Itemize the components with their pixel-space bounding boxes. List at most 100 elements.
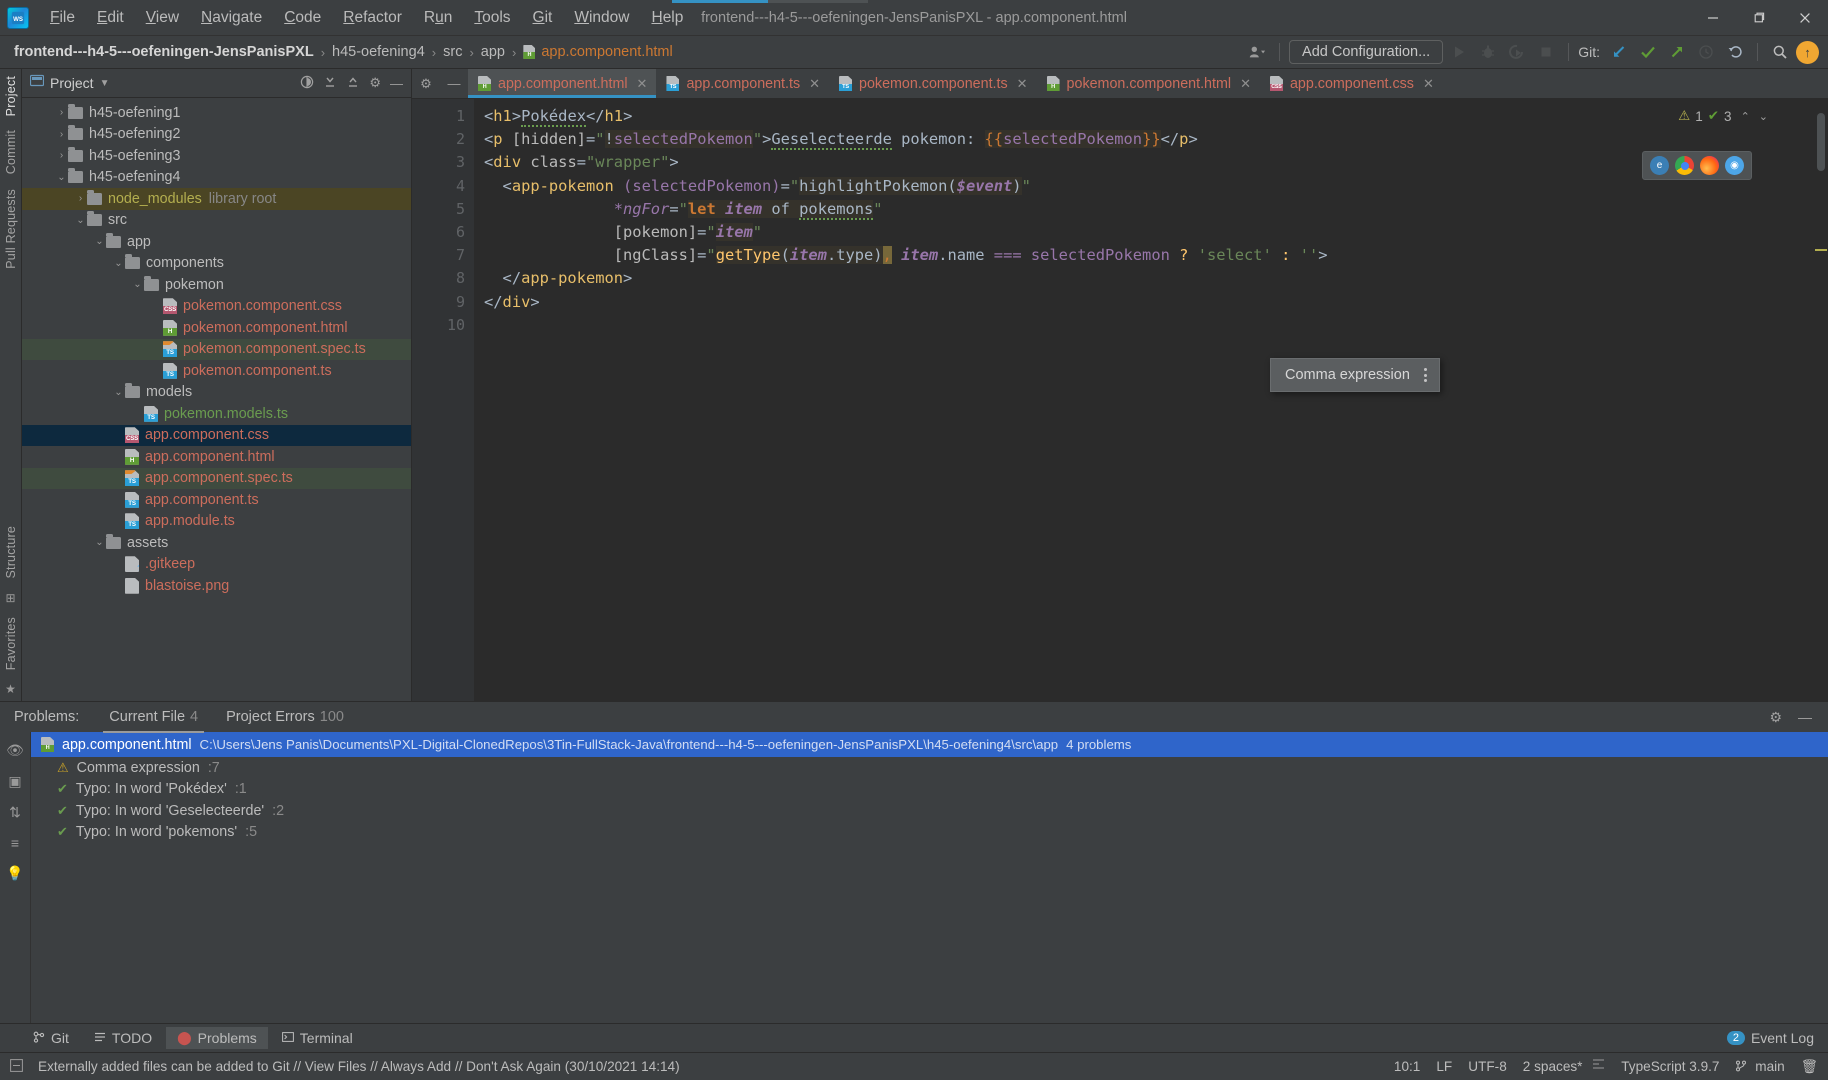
menu-item-tools[interactable]: Tools xyxy=(463,6,521,30)
firefox-browser-icon[interactable] xyxy=(1700,156,1719,175)
menu-item-help[interactable]: Help xyxy=(640,6,694,30)
chevron-down-icon[interactable]: ▼ xyxy=(100,78,110,89)
tree-item-app[interactable]: ⌄ app xyxy=(22,231,411,253)
bottom-tab-terminal[interactable]: Terminal xyxy=(271,1027,364,1049)
chevron-down-icon[interactable]: ⌄ xyxy=(74,215,87,226)
settings-gear-icon[interactable]: ⚙ xyxy=(369,75,381,91)
problems-hide-icon[interactable]: — xyxy=(1798,709,1812,725)
problem-row-comma-expression[interactable]: ⚠ Comma expression :7 xyxy=(31,757,1828,779)
project-tree[interactable]: › h45-oefening1 › h45-oefening2 › h45-oefenin… xyxy=(22,98,411,701)
tab-close-icon[interactable]: ✕ xyxy=(637,76,648,92)
select-opened-file-icon[interactable] xyxy=(300,75,314,92)
sort-icon[interactable]: ⇅ xyxy=(9,804,21,821)
tab-close-icon[interactable]: ✕ xyxy=(1017,76,1028,92)
open-editor-preview-icon[interactable]: ▣ xyxy=(8,773,21,790)
tab-project-errors[interactable]: Project Errors 100 xyxy=(212,704,358,730)
run-with-coverage-icon[interactable] xyxy=(1504,40,1530,64)
scrollbar-thumb[interactable] xyxy=(1817,113,1825,171)
tree-item-h45-oefening1[interactable]: › h45-oefening1 xyxy=(22,102,411,124)
bottom-tab-problems[interactable]: ⬤ Problems xyxy=(166,1027,268,1049)
tab-pokemon-component-ts[interactable]: TS pokemon.component.ts ✕ xyxy=(829,69,1037,98)
git-history-icon[interactable] xyxy=(1693,40,1719,64)
tab-close-icon[interactable]: ✕ xyxy=(1240,76,1251,92)
run-icon[interactable] xyxy=(1446,40,1472,64)
tree-item-blastoise-png[interactable]: ›blastoise.png xyxy=(22,575,411,597)
menu-item-navigate[interactable]: Navigate xyxy=(190,6,273,30)
bottom-tab-git[interactable]: Git xyxy=(22,1027,80,1049)
tree-item-pokemon-models-ts[interactable]: ›TSpokemon.models.ts xyxy=(22,403,411,425)
tree-item-pokemon-component-spec-ts[interactable]: ›TSpokemon.component.spec.ts xyxy=(22,338,411,360)
status-message[interactable]: Externally added files can be added to G… xyxy=(38,1059,680,1074)
tree-item-assets[interactable]: ⌄ assets xyxy=(22,532,411,554)
menu-item-view[interactable]: View xyxy=(135,6,190,30)
close-button[interactable] xyxy=(1782,1,1828,35)
tree-item-models[interactable]: ⌄ models xyxy=(22,382,411,404)
chevron-right-icon[interactable]: › xyxy=(74,193,87,204)
sidebar-item-project[interactable]: Project xyxy=(2,69,20,123)
comma-expression-tooltip[interactable]: Comma expression xyxy=(1270,358,1440,392)
tree-item-app-component-ts[interactable]: ›TSapp.component.ts xyxy=(22,489,411,511)
sidebar-item-pull-requests[interactable]: Pull Requests xyxy=(2,182,20,276)
chevron-right-icon[interactable]: › xyxy=(55,107,68,118)
git-update-project-icon[interactable] xyxy=(1606,40,1632,64)
chrome-browser-icon[interactable] xyxy=(1675,156,1694,175)
tree-item-pokemon[interactable]: ⌄ pokemon xyxy=(22,274,411,296)
chevron-down-icon[interactable]: ⌄ xyxy=(1759,110,1768,123)
tooltip-more-icon[interactable] xyxy=(1423,368,1427,382)
chevron-up-icon[interactable]: ⌃ xyxy=(1741,110,1750,123)
safari-browser-icon[interactable]: ◉ xyxy=(1725,156,1744,175)
breadcrumb-item-module[interactable]: h45-oefening4 xyxy=(327,42,430,62)
breadcrumb-item-src[interactable]: src xyxy=(438,42,467,62)
menu-item-window[interactable]: Window xyxy=(563,6,640,30)
maximize-button[interactable] xyxy=(1736,1,1782,35)
chevron-down-icon[interactable]: ⌄ xyxy=(112,387,125,398)
chevron-right-icon[interactable]: › xyxy=(55,129,68,140)
tree-item-src[interactable]: ⌄ src xyxy=(22,210,411,232)
hide-panel-icon[interactable]: — xyxy=(390,76,403,91)
tab-app-component-html[interactable]: H app.component.html ✕ xyxy=(468,69,657,98)
tree-item-components[interactable]: ⌄ components xyxy=(22,253,411,275)
user-account-icon[interactable] xyxy=(1244,40,1270,64)
chevron-down-icon[interactable]: ⌄ xyxy=(93,236,106,247)
language-level[interactable]: TypeScript 3.9.7 xyxy=(1621,1059,1719,1074)
collapse-all-icon[interactable] xyxy=(346,75,360,92)
git-commit-icon[interactable] xyxy=(1635,40,1661,64)
editor-scrollbar[interactable] xyxy=(1814,99,1828,701)
tree-item--gitkeep[interactable]: ›?.gitkeep xyxy=(22,554,411,576)
problems-file-row[interactable]: H app.component.html C:\Users\Jens Panis… xyxy=(31,732,1828,757)
search-everywhere-icon[interactable] xyxy=(1767,40,1793,64)
menu-item-refactor[interactable]: Refactor xyxy=(332,6,413,30)
status-notification-icon[interactable] xyxy=(10,1058,23,1075)
stop-icon[interactable] xyxy=(1533,40,1559,64)
edge-browser-icon[interactable]: e xyxy=(1650,156,1669,175)
tab-app-component-css[interactable]: CSS app.component.css ✕ xyxy=(1259,69,1443,98)
code-content[interactable]: <h1>Pokédex</h1> <p [hidden]="!selectedP… xyxy=(474,99,1828,701)
group-by-severity-icon[interactable]: ≡ xyxy=(11,835,19,851)
breadcrumb-item-file[interactable]: H app.component.html xyxy=(518,42,677,62)
git-branch-widget[interactable]: main xyxy=(1735,1059,1785,1074)
problems-settings-icon[interactable]: ⚙ xyxy=(1769,709,1782,726)
breadcrumb-item-app[interactable]: app xyxy=(476,42,510,62)
tree-item-app-component-html[interactable]: ›Happ.component.html xyxy=(22,446,411,468)
problems-list[interactable]: H app.component.html C:\Users\Jens Panis… xyxy=(31,732,1828,1023)
tab-app-component-ts[interactable]: TS app.component.ts ✕ xyxy=(656,69,830,98)
trash-icon[interactable]: 🗑 xyxy=(1801,1059,1818,1075)
tree-item-pokemon-component-css[interactable]: ›CSSpokemon.component.css xyxy=(22,296,411,318)
menu-item-run[interactable]: Run xyxy=(413,6,463,30)
git-rollback-icon[interactable] xyxy=(1722,40,1748,64)
menu-item-code[interactable]: Code xyxy=(273,6,332,30)
ide-update-badge[interactable]: ↑ xyxy=(1796,40,1819,64)
git-push-icon[interactable] xyxy=(1664,40,1690,64)
warning-marker[interactable] xyxy=(1815,249,1827,251)
caret-position[interactable]: 10:1 xyxy=(1394,1059,1420,1074)
minimize-button[interactable] xyxy=(1690,1,1736,35)
file-encoding[interactable]: UTF-8 xyxy=(1468,1059,1507,1074)
menu-item-edit[interactable]: Edit xyxy=(86,6,135,30)
sidebar-item-structure[interactable]: Structure xyxy=(2,519,20,586)
chevron-down-icon[interactable]: ⌄ xyxy=(93,537,106,548)
sidebar-item-commit[interactable]: Commit xyxy=(2,123,20,181)
line-separator[interactable]: LF xyxy=(1436,1059,1452,1074)
tree-item-node-modules[interactable]: › node_modules library root xyxy=(22,188,411,210)
tree-item-app-component-css[interactable]: ›CSSapp.component.css xyxy=(22,424,411,446)
inspection-widget[interactable]: ⚠ 1 ✔ 3 ⌃ ⌄ xyxy=(1678,108,1768,124)
